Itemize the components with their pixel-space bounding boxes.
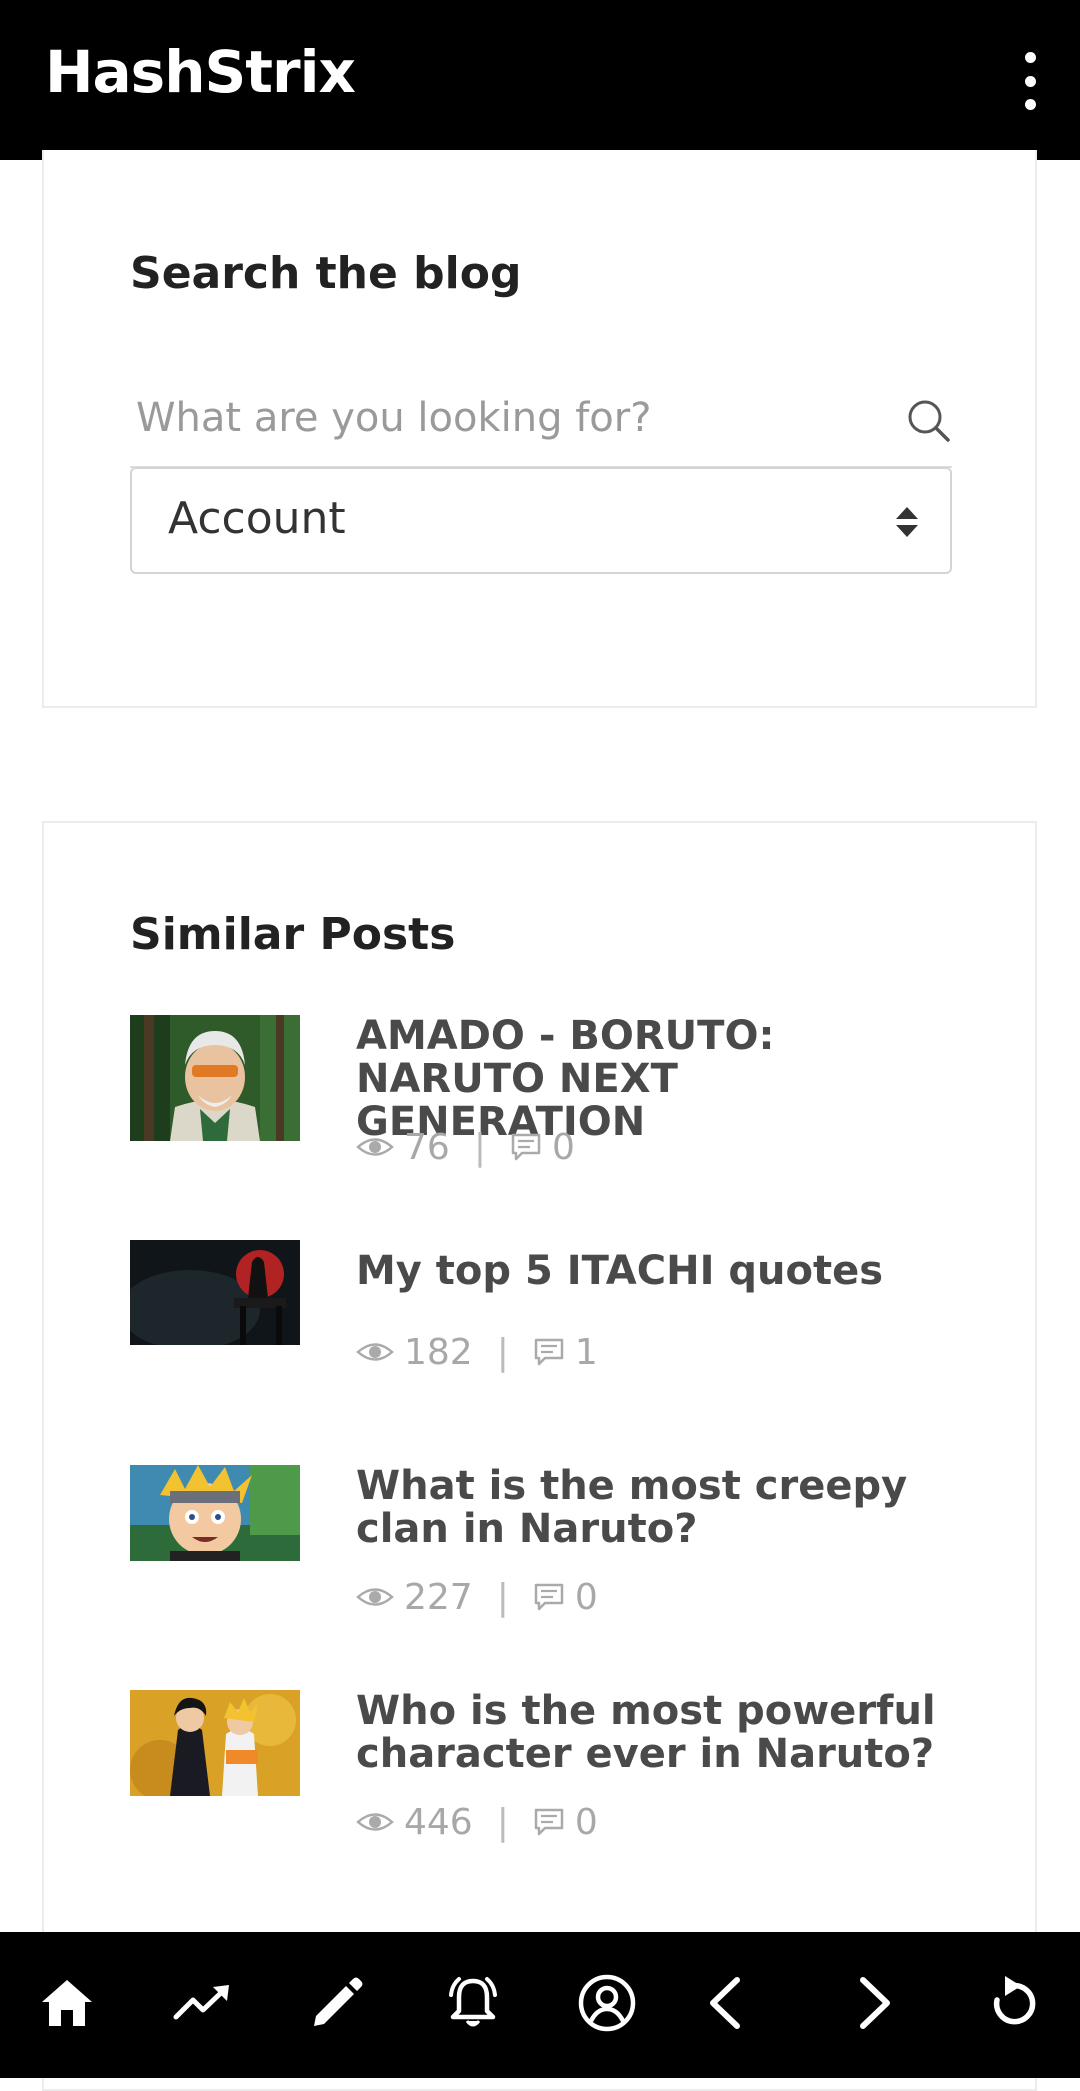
comment-count: 0 (551, 1126, 575, 1168)
category-select-value: Account (168, 493, 346, 544)
stats-separator: | (496, 1331, 509, 1373)
view-count: 182 (404, 1331, 473, 1373)
forward-icon[interactable] (840, 1968, 910, 2038)
search-title: Search the blog (130, 248, 522, 299)
eye-icon (356, 1138, 394, 1156)
comment-icon (534, 1808, 564, 1836)
refresh-icon[interactable] (978, 1968, 1048, 2038)
similar-posts-title: Similar Posts (130, 909, 456, 960)
account-icon[interactable] (572, 1968, 642, 2038)
edit-icon[interactable] (302, 1968, 372, 2038)
search-input[interactable] (130, 368, 878, 468)
eye-icon (356, 1588, 394, 1606)
search-card: Search the blog Account (42, 150, 1037, 708)
list-item[interactable]: What is the most creepy clan in Naruto? … (130, 1465, 960, 1635)
list-item[interactable]: Who is the most powerful character ever … (130, 1690, 960, 1860)
post-stats: 227 | 0 (356, 1575, 598, 1619)
home-icon[interactable] (32, 1968, 102, 2038)
view-count: 227 (404, 1576, 473, 1618)
back-icon[interactable] (690, 1968, 760, 2038)
list-item[interactable]: My top 5 ITACHI quotes 182 | 1 (130, 1240, 960, 1390)
post-title[interactable]: My top 5 ITACHI quotes (356, 1250, 956, 1293)
list-item[interactable]: AMADO - BORUTO: NARUTO NEXT GENERATION 7… (130, 1015, 960, 1185)
sasuke-naruto-thumbnail[interactable] (130, 1690, 300, 1796)
more-vertical-icon[interactable] (1006, 52, 1054, 110)
comment-count: 1 (574, 1331, 598, 1373)
view-count: 76 (404, 1126, 450, 1168)
eye-icon (356, 1813, 394, 1831)
comment-icon (534, 1583, 564, 1611)
post-stats: 446 | 0 (356, 1800, 598, 1844)
amado-thumbnail[interactable] (130, 1015, 300, 1141)
post-stats: 76 | 0 (356, 1125, 575, 1169)
bottom-navigation (0, 1932, 1080, 2078)
trending-icon[interactable] (168, 1968, 238, 2038)
sort-arrows-icon (894, 505, 920, 539)
post-stats: 182 | 1 (356, 1330, 598, 1374)
stats-separator: | (496, 1576, 509, 1618)
comment-count: 0 (574, 1801, 598, 1843)
notifications-icon[interactable] (438, 1968, 508, 2038)
post-title[interactable]: What is the most creepy clan in Naruto? (356, 1465, 956, 1551)
post-title[interactable]: Who is the most powerful character ever … (356, 1690, 956, 1776)
top-app-bar: HashStrix (0, 0, 1080, 160)
comment-icon (511, 1133, 541, 1161)
eye-icon (356, 1343, 394, 1361)
comment-icon (534, 1338, 564, 1366)
itachi-thumbnail[interactable] (130, 1240, 300, 1345)
stats-separator: | (473, 1126, 486, 1168)
stats-separator: | (496, 1801, 509, 1843)
category-select[interactable]: Account (130, 467, 952, 574)
search-icon[interactable] (906, 398, 952, 444)
search-field (130, 368, 952, 468)
comment-count: 0 (574, 1576, 598, 1618)
naruto-thumbnail[interactable] (130, 1465, 300, 1561)
view-count: 446 (404, 1801, 473, 1843)
app-title[interactable]: HashStrix (45, 38, 356, 106)
similar-posts-card: Similar Posts AMADO - BORUTO: NARUTO NEX… (42, 821, 1037, 2091)
